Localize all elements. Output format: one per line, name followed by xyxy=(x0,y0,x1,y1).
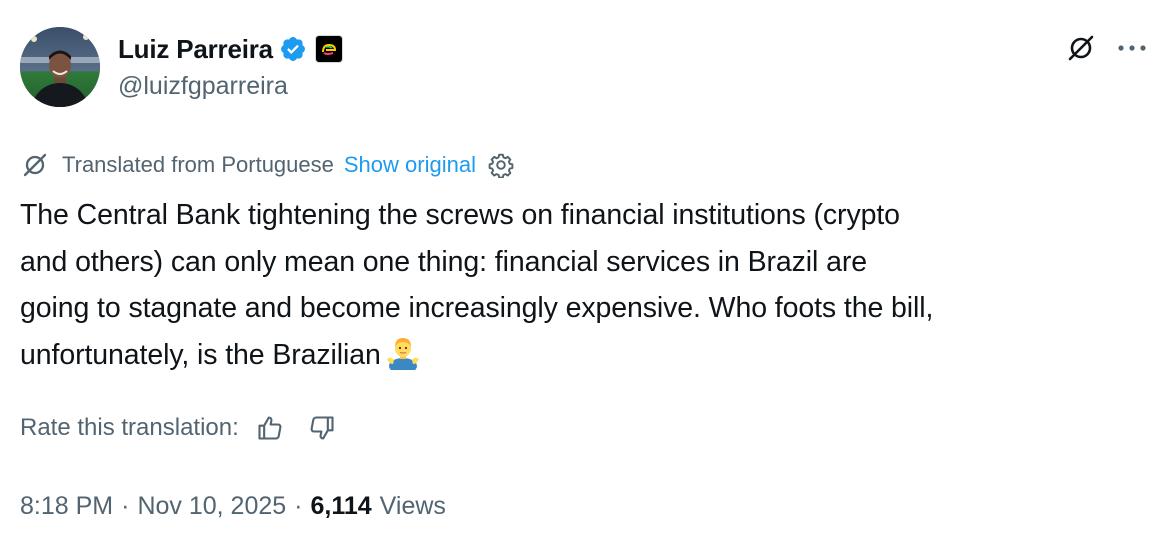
tweet-card: Luiz Parreira @luizfgparreira Translated… xyxy=(0,0,1176,552)
tweet-date[interactable]: Nov 10, 2025 xyxy=(137,492,286,521)
verified-badge-icon[interactable] xyxy=(279,35,307,63)
rate-translation-label: Rate this translation: xyxy=(20,414,239,441)
rate-translation-row: Rate this translation: xyxy=(20,410,337,446)
thumbs-down-icon[interactable] xyxy=(307,413,337,443)
tweet-text-line-last: unfortunately, is the Brazilian xyxy=(20,332,1160,379)
show-original-link[interactable]: Show original xyxy=(344,152,476,178)
translation-notice: Translated from Portuguese Show original xyxy=(20,149,514,181)
tweet-text-line: going to stagnate and become increasingl… xyxy=(20,292,934,324)
author-name-row: Luiz Parreira xyxy=(118,32,343,66)
author-display-name[interactable]: Luiz Parreira xyxy=(118,34,273,65)
tweet-meta: 8:18 PM · Nov 10, 2025 · 6,114 Views xyxy=(20,488,446,524)
views-count[interactable]: 6,114 xyxy=(310,492,371,521)
author-handle[interactable]: @luizfgparreira xyxy=(118,72,288,101)
views-label: Views xyxy=(379,491,446,520)
translated-from-label: Translated from Portuguese xyxy=(62,152,334,177)
grok-translate-icon xyxy=(20,150,50,180)
meta-separator: · xyxy=(294,491,303,520)
avatar-image xyxy=(20,27,100,107)
affiliate-logo-icon[interactable] xyxy=(314,35,343,63)
thumbs-up-icon[interactable] xyxy=(255,413,285,443)
tweet-time[interactable]: 8:18 PM xyxy=(20,492,113,521)
tweet-text-line: unfortunately, is the Brazilian xyxy=(20,338,381,371)
avatar[interactable] xyxy=(20,27,100,107)
tweet-text: The Central Bank tightening the screws o… xyxy=(20,192,1160,378)
grok-icon[interactable] xyxy=(1064,31,1098,65)
gear-icon[interactable] xyxy=(488,152,514,179)
tweet-text-line: and others) can only mean one thing: fin… xyxy=(20,245,867,278)
more-options-icon[interactable] xyxy=(1112,31,1152,65)
tweet-text-line: The Central Bank tightening the screws o… xyxy=(20,199,900,231)
person-shrugging-emoji-icon xyxy=(385,334,421,374)
meta-separator: · xyxy=(121,491,130,520)
